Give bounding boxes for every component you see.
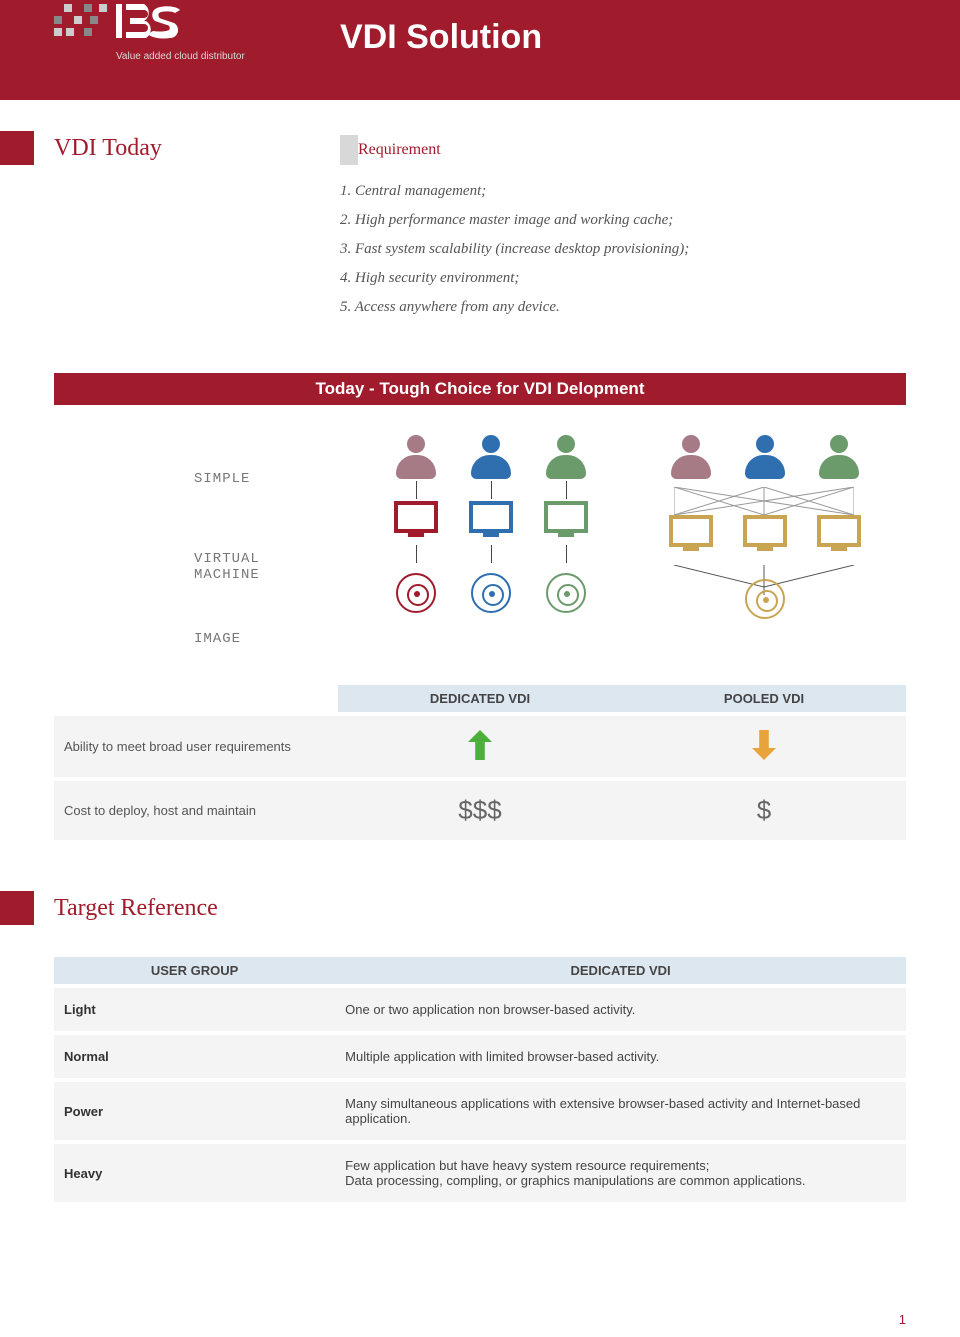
- section-target-reference: Target Reference: [0, 895, 960, 922]
- section-marker-icon: [0, 131, 34, 165]
- table-row: Power Many simultaneous applications wit…: [54, 1080, 906, 1142]
- table-row: Light One or two application non browser…: [54, 986, 906, 1033]
- disc-icon: [471, 573, 511, 613]
- user-group-cell: Power: [54, 1080, 335, 1142]
- monitor-icon: [817, 515, 861, 547]
- diagram-label-image: IMAGE: [194, 631, 241, 647]
- col-header-pooled: POOLED VDI: [622, 685, 906, 714]
- monitor-icon: [669, 515, 713, 547]
- logo-icon: [54, 4, 184, 44]
- section-title-target: Target Reference: [54, 895, 960, 922]
- requirement-heading: Requirement: [358, 141, 441, 159]
- disc-icon: [396, 573, 436, 613]
- arrow-down-icon: [752, 730, 776, 760]
- cross-connect-icon: [674, 487, 854, 515]
- page-title: VDI Solution: [340, 18, 542, 57]
- requirement-list: 1. Central management; 2. High performan…: [340, 183, 689, 316]
- comparison-table: DEDICATED VDI POOLED VDI Ability to meet…: [54, 685, 906, 840]
- requirement-item: 4. High security environment;: [340, 270, 689, 287]
- dedicated-column-1: [379, 435, 453, 613]
- monitor-icon: [544, 501, 588, 533]
- header-band: Value added cloud distributor VDI Soluti…: [0, 0, 960, 100]
- requirement-item: 3. Fast system scalability (increase des…: [340, 241, 689, 258]
- row-label-ability: Ability to meet broad user requirements: [54, 714, 338, 779]
- logo-tagline: Value added cloud distributor: [116, 51, 245, 62]
- diagram-label-simple: SIMPLE: [194, 471, 250, 487]
- monitor-icon: [469, 501, 513, 533]
- user-icon: [396, 435, 436, 479]
- requirement-item: 1. Central management;: [340, 183, 689, 200]
- user-icon: [471, 435, 511, 479]
- col-header-dedicated: DEDICATED VDI: [335, 957, 906, 986]
- dedicated-column-3: [529, 435, 603, 613]
- cost-pooled: $: [757, 795, 771, 825]
- desc-cell: Many simultaneous applications with exte…: [335, 1080, 906, 1142]
- user-group-cell: Normal: [54, 1033, 335, 1080]
- user-icon: [745, 435, 785, 479]
- monitor-icon: [743, 515, 787, 547]
- col-header-dedicated: DEDICATED VDI: [338, 685, 622, 714]
- table-header-row: USER GROUP DEDICATED VDI: [54, 957, 906, 986]
- requirement-item: 5. Access anywhere from any device.: [340, 299, 689, 316]
- user-group-cell: Heavy: [54, 1142, 335, 1202]
- table-row: Normal Multiple application with limited…: [54, 1033, 906, 1080]
- desc-cell: Few application but have heavy system re…: [335, 1142, 906, 1202]
- user-icon: [819, 435, 859, 479]
- user-group-cell: Light: [54, 986, 335, 1033]
- requirement-marker-icon: [340, 135, 358, 165]
- table-row: Heavy Few application but have heavy sys…: [54, 1142, 906, 1202]
- page-number: 1: [0, 1312, 906, 1327]
- table-row: Ability to meet broad user requirements: [54, 714, 906, 779]
- target-reference-table: USER GROUP DEDICATED VDI Light One or tw…: [54, 957, 906, 1202]
- desc-cell: One or two application non browser-based…: [335, 986, 906, 1033]
- desc-cell: Multiple application with limited browse…: [335, 1033, 906, 1080]
- col-header-user-group: USER GROUP: [54, 957, 335, 986]
- row-label-cost: Cost to deploy, host and maintain: [54, 779, 338, 840]
- diagram-vdi-comparison: SIMPLE VIRTUAL MACHINE IMAGE: [54, 435, 906, 665]
- table-header-row: DEDICATED VDI POOLED VDI: [54, 685, 906, 714]
- logo: Value added cloud distributor: [54, 4, 245, 62]
- cost-dedicated: $$$: [458, 795, 501, 825]
- pooled-group: [654, 435, 876, 619]
- banner-tough-choice: Today - Tough Choice for VDI Delopment: [54, 373, 906, 405]
- section-marker-icon: [0, 891, 34, 925]
- arrow-up-icon: [468, 730, 492, 760]
- monitor-icon: [394, 501, 438, 533]
- dedicated-column-2: [454, 435, 528, 613]
- section-vdi-today: VDI Today Requirement 1. Central managem…: [0, 135, 960, 328]
- user-icon: [671, 435, 711, 479]
- user-icon: [546, 435, 586, 479]
- table-row: Cost to deploy, host and maintain $$$ $: [54, 779, 906, 840]
- disc-icon: [546, 573, 586, 613]
- section-title-vdi-today: VDI Today: [54, 135, 340, 162]
- requirement-item: 2. High performance master image and wor…: [340, 212, 689, 229]
- disc-icon: [745, 579, 785, 619]
- diagram-label-vm: VIRTUAL MACHINE: [194, 551, 260, 583]
